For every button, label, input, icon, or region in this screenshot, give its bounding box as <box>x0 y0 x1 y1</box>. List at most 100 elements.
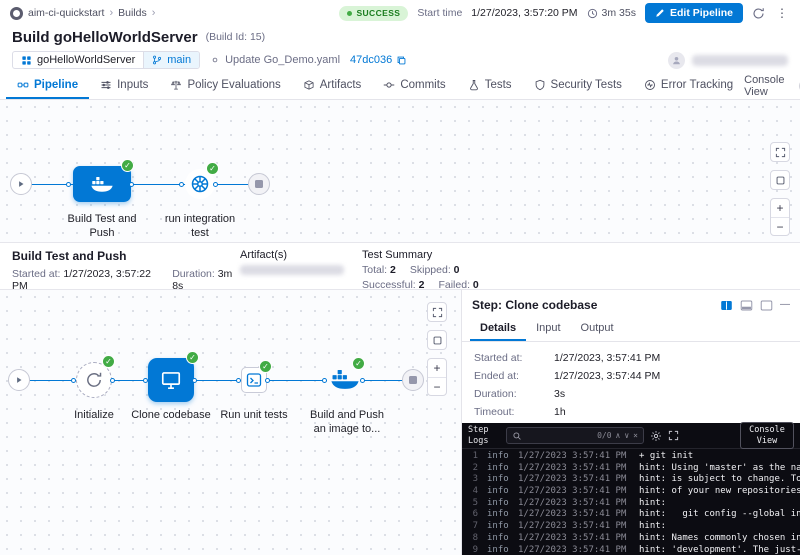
collapse-panel-icon[interactable]: — <box>780 300 790 310</box>
view-split-icon[interactable] <box>720 299 733 312</box>
log-timestamp: 1/27/2023 3:57:41 PM <box>518 509 630 521</box>
tab-security-tests[interactable]: Security Tests <box>523 72 633 99</box>
zoom-in-button[interactable]: + <box>771 199 789 217</box>
header-actions: SUCCESS Start time 1/27/2023, 3:57:20 PM… <box>339 3 790 23</box>
repo-chip[interactable]: goHelloWorldServer <box>13 52 143 68</box>
tab-error-tracking[interactable]: Error Tracking <box>633 72 744 99</box>
tab-details[interactable]: Details <box>470 317 526 341</box>
fullscreen-icon[interactable] <box>770 142 790 162</box>
breadcrumb-builds[interactable]: Builds <box>118 7 147 19</box>
pencil-icon <box>655 8 665 18</box>
commit-message-text: Update Go_Demo.yaml <box>225 54 340 66</box>
fullscreen-icon[interactable] <box>427 302 447 322</box>
log-fullscreen-icon[interactable] <box>668 430 679 441</box>
success-check-icon: ✓ <box>259 360 272 373</box>
log-line-number: 5 <box>462 498 478 510</box>
success-check-icon: ✓ <box>186 351 199 364</box>
log-line-number: 6 <box>462 509 478 521</box>
stage-graph-canvas: ✓ Build Test and Push ✓ run integration … <box>0 100 800 242</box>
step-node-clone-codebase[interactable] <box>148 358 194 402</box>
panel-view-controls: — <box>720 299 790 312</box>
status-text: SUCCESS <box>356 8 400 18</box>
docker-icon <box>89 174 115 194</box>
tab-label: Inputs <box>117 79 148 91</box>
log-level: info <box>487 521 509 533</box>
refresh-icon[interactable] <box>752 7 765 20</box>
log-timestamp: 1/27/2023 3:57:41 PM <box>518 463 630 475</box>
stage-duration-label: Duration: <box>172 268 215 280</box>
log-search-box[interactable]: 0/0 ∧ ∨ × <box>506 427 644 444</box>
app-root: aim-ci-quickstart › Builds › SUCCESS Sta… <box>0 0 800 555</box>
build-meta-row: goHelloWorldServer main Update Go_Demo.y… <box>0 48 800 72</box>
console-view-button[interactable]: Console View <box>740 422 794 448</box>
copy-icon[interactable] <box>396 55 407 66</box>
log-message: hint: <box>639 498 800 510</box>
search-close-icon[interactable]: × <box>633 431 638 440</box>
git-commit-icon <box>383 79 395 91</box>
step-node-label: Build and Push an image to... <box>303 408 391 437</box>
artifacts-summary: Artifact(s) <box>240 249 362 285</box>
log-settings-gear-icon[interactable] <box>650 430 662 442</box>
commit-sha[interactable]: 47dc036 <box>350 54 407 66</box>
terminal-header: Step Logs 0/0 ∧ ∨ × Cons <box>462 423 800 449</box>
stage-end-node[interactable] <box>248 173 270 195</box>
grid-icon <box>21 55 32 66</box>
tab-label: Tests <box>485 79 512 91</box>
tab-input[interactable]: Input <box>526 317 570 341</box>
log-message: + git init <box>639 451 800 463</box>
stage-start-node[interactable] <box>10 173 32 195</box>
fit-to-screen-icon[interactable] <box>770 170 790 190</box>
stage-node-build-test-and-push[interactable] <box>73 166 131 202</box>
zoom-out-button[interactable]: − <box>771 217 789 235</box>
edit-pipeline-button[interactable]: Edit Pipeline <box>645 3 743 23</box>
view-full-icon[interactable] <box>760 299 773 312</box>
tab-policy-evaluations[interactable]: Policy Evaluations <box>159 72 291 99</box>
more-options-icon[interactable]: ⋮ <box>774 6 790 20</box>
pipeline-icon <box>17 79 29 91</box>
edge-dot <box>129 182 134 187</box>
step-graph-canvas: ✓ Initialize ✓ Clone codebase ✓ Run unit… <box>0 290 461 555</box>
field-duration: Duration: 3s <box>474 388 788 400</box>
success-check-icon: ✓ <box>352 357 365 370</box>
log-search-input[interactable] <box>526 431 593 441</box>
tab-artifacts[interactable]: Artifacts <box>292 72 373 99</box>
log-message: hint: is subject to change. To configu <box>639 474 800 486</box>
step-end-node[interactable] <box>402 369 424 391</box>
field-label: Duration: <box>474 388 554 400</box>
zoom-out-button[interactable]: − <box>428 377 446 395</box>
log-timestamp: 1/27/2023 3:57:41 PM <box>518 545 630 555</box>
zoom-controls: + − <box>427 358 447 396</box>
total-label: Total: <box>362 264 387 276</box>
user-name-redacted <box>692 55 788 66</box>
log-list[interactable]: 1info1/27/2023 3:57:41 PM+ git init 2inf… <box>462 449 800 555</box>
zoom-in-button[interactable]: + <box>428 359 446 377</box>
log-message: hint: git config --global init.defaul <box>639 509 800 521</box>
tab-inputs[interactable]: Inputs <box>89 72 159 99</box>
log-timestamp: 1/27/2023 3:57:41 PM <box>518 533 630 545</box>
log-line-number: 4 <box>462 486 478 498</box>
search-next-icon[interactable]: ∨ <box>624 431 629 440</box>
tab-commits[interactable]: Commits <box>372 72 456 99</box>
monitor-icon <box>160 370 182 390</box>
field-ended-at: Ended at: 1/27/2023, 3:57:44 PM <box>474 370 788 382</box>
stage-canvas-controls: + − <box>770 142 790 236</box>
log-line: 5info1/27/2023 3:57:41 PMhint: <box>462 498 800 510</box>
log-line: 4info1/27/2023 3:57:41 PMhint: of your n… <box>462 486 800 498</box>
search-prev-icon[interactable]: ∧ <box>616 431 621 440</box>
flask-icon <box>468 79 480 91</box>
edge-dot <box>265 378 270 383</box>
branch-name: main <box>167 54 191 66</box>
tab-output[interactable]: Output <box>571 317 624 341</box>
branch-chip[interactable]: main <box>143 52 199 68</box>
tab-tests[interactable]: Tests <box>457 72 523 99</box>
tab-pipeline[interactable]: Pipeline <box>6 72 89 99</box>
view-bottom-icon[interactable] <box>740 299 753 312</box>
commit-icon <box>210 55 220 65</box>
terminal-title: Step Logs <box>468 425 500 445</box>
fit-to-screen-icon[interactable] <box>427 330 447 350</box>
field-label: Timeout: <box>474 406 554 418</box>
step-panel-tabs: Details Input Output <box>462 317 800 342</box>
step-start-node[interactable] <box>8 369 30 391</box>
log-timestamp: 1/27/2023 3:57:41 PM <box>518 498 630 510</box>
breadcrumb-project[interactable]: aim-ci-quickstart <box>28 7 104 19</box>
